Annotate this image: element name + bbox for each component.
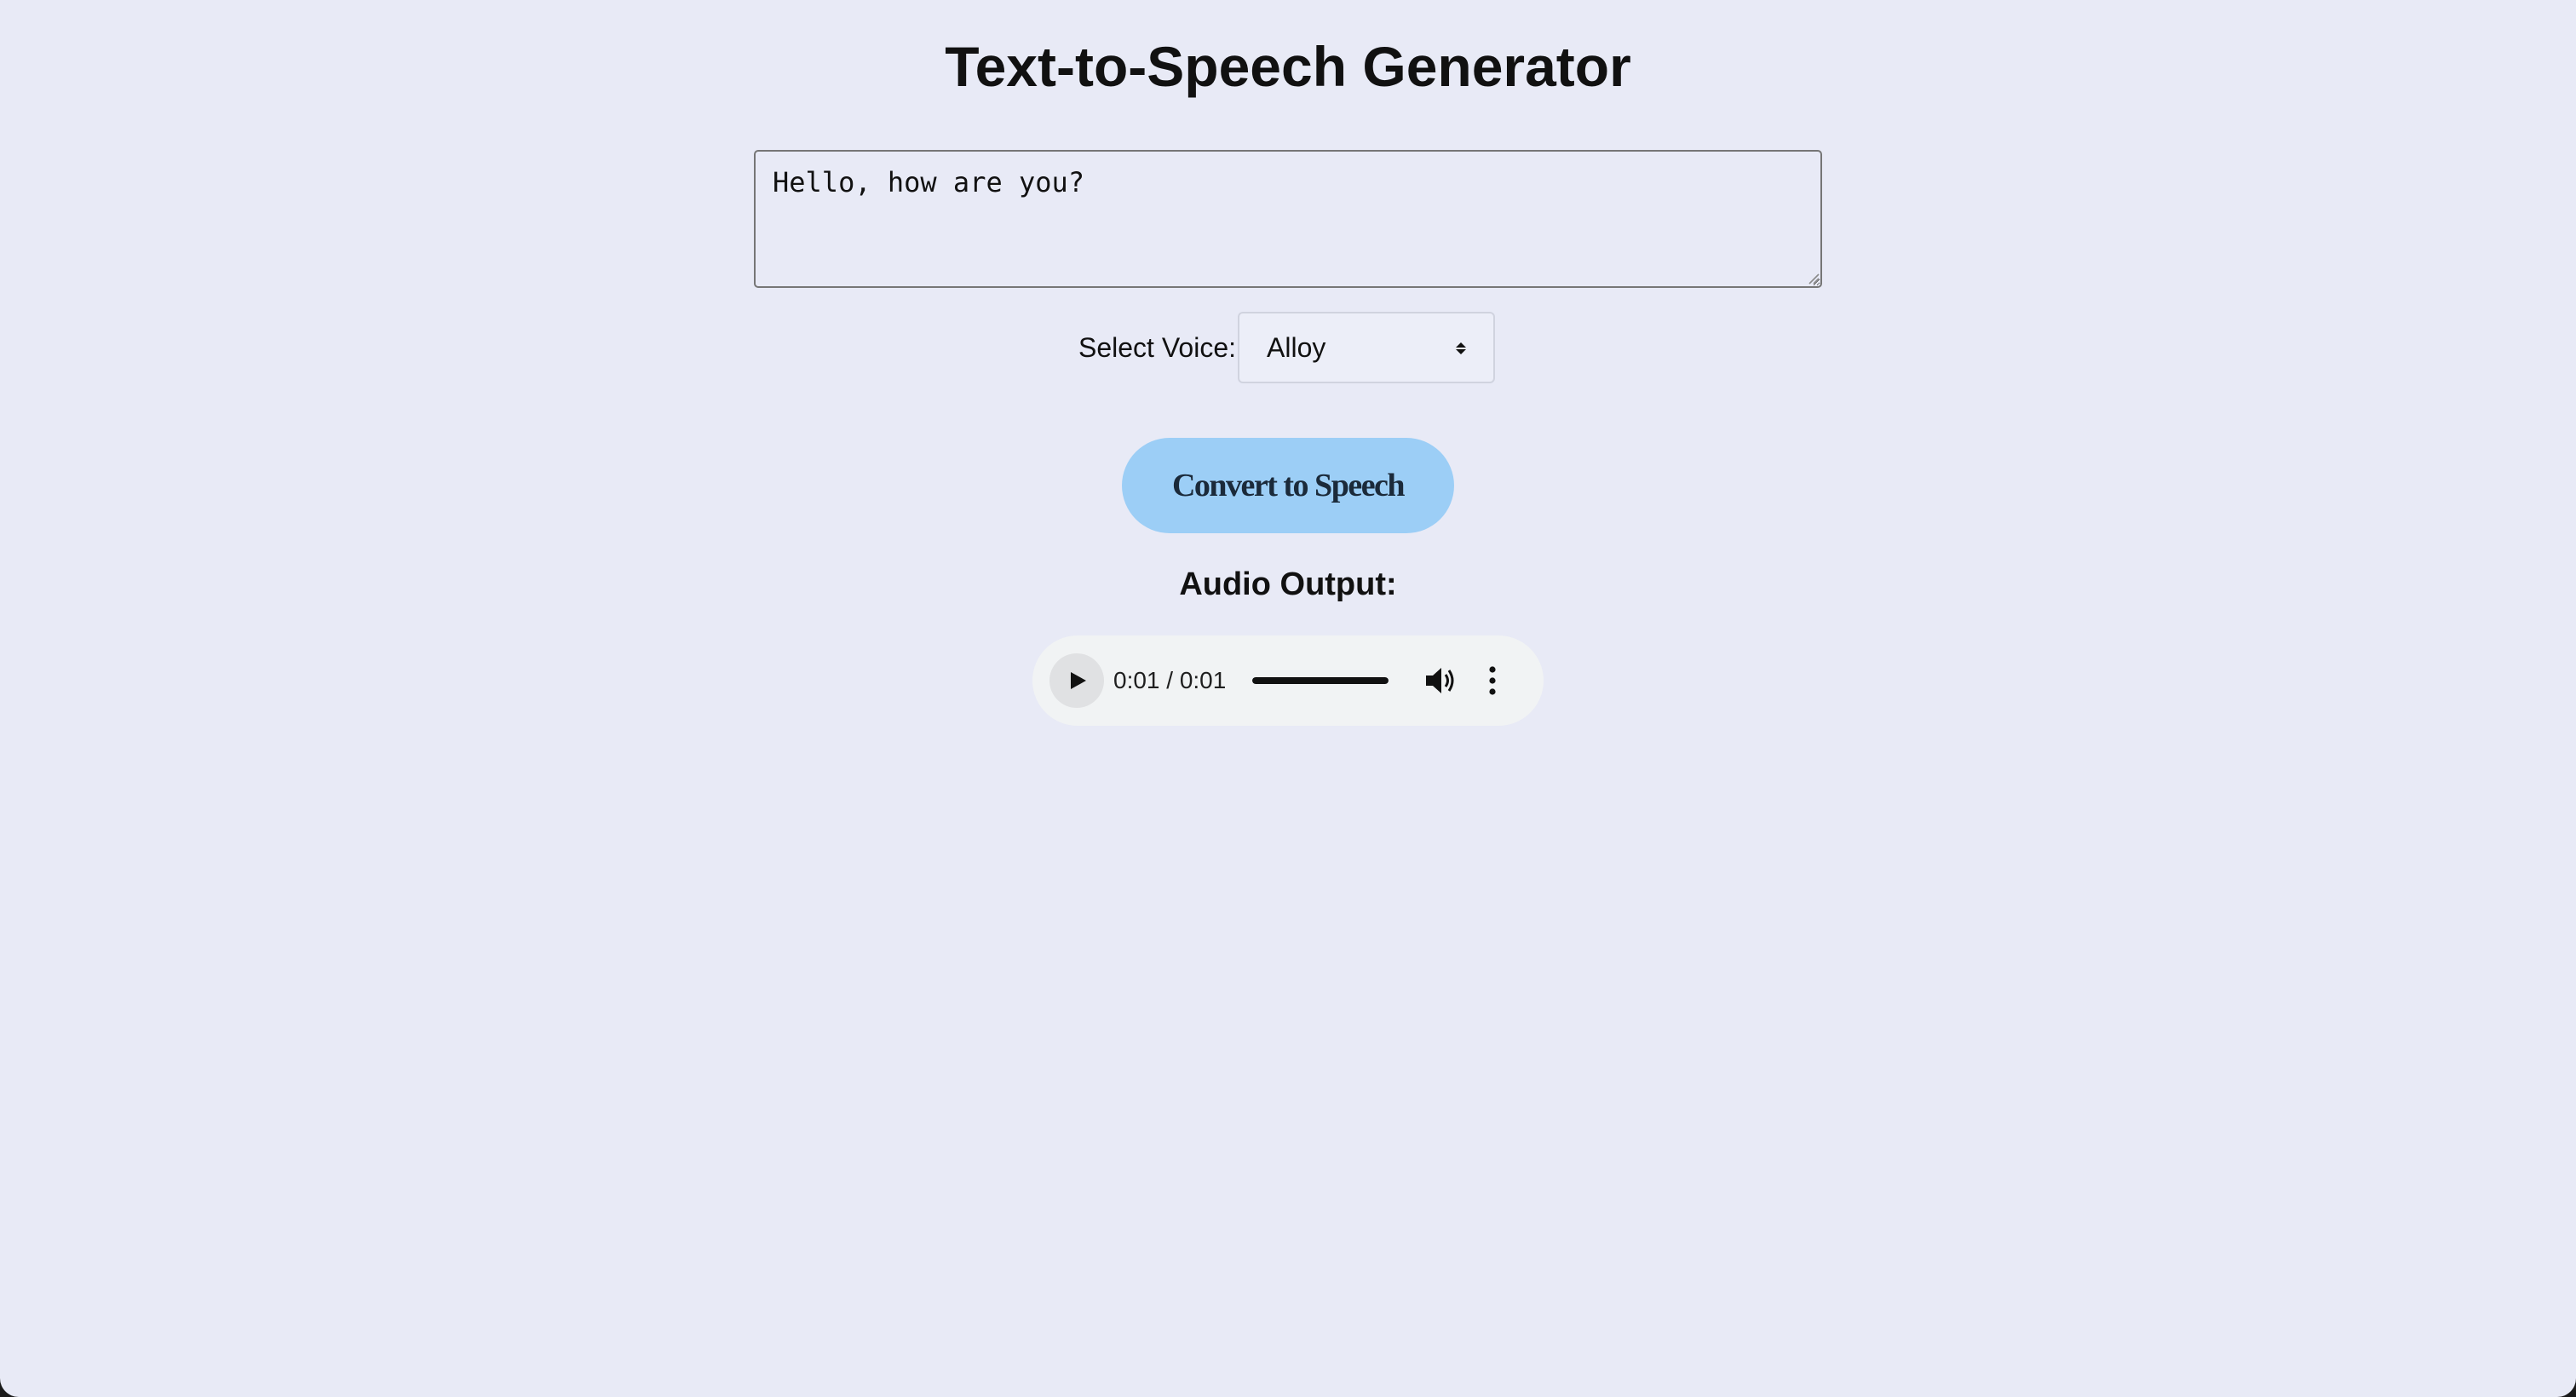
progress-slider[interactable] bbox=[1252, 677, 1389, 684]
progress-fill bbox=[1252, 677, 1389, 684]
time-readout: 0:01 / 0:01 bbox=[1113, 667, 1227, 693]
select-arrows-icon bbox=[1456, 342, 1466, 354]
page: Text-to-Speech Generator Hello, how are … bbox=[0, 0, 2576, 1397]
convert-to-speech-button[interactable]: Convert to Speech bbox=[1122, 438, 1454, 533]
play-button[interactable] bbox=[1049, 653, 1104, 708]
text-input[interactable]: Hello, how are you? bbox=[754, 150, 1822, 288]
more-options-icon[interactable] bbox=[1487, 665, 1498, 696]
page-title: Text-to-Speech Generator bbox=[945, 35, 1631, 98]
audio-player: 0:01 / 0:01 bbox=[1032, 635, 1544, 726]
resize-grip-icon[interactable] bbox=[1808, 273, 1820, 285]
voice-select-value: Alloy bbox=[1267, 331, 1326, 363]
play-icon bbox=[1071, 672, 1086, 689]
voice-row: Select Voice: Alloy bbox=[1078, 312, 1495, 383]
voice-select[interactable]: Alloy bbox=[1238, 312, 1495, 383]
audio-output-heading: Audio Output: bbox=[1179, 566, 1397, 602]
voice-label: Select Voice: bbox=[1078, 331, 1236, 363]
volume-icon[interactable] bbox=[1424, 665, 1457, 696]
